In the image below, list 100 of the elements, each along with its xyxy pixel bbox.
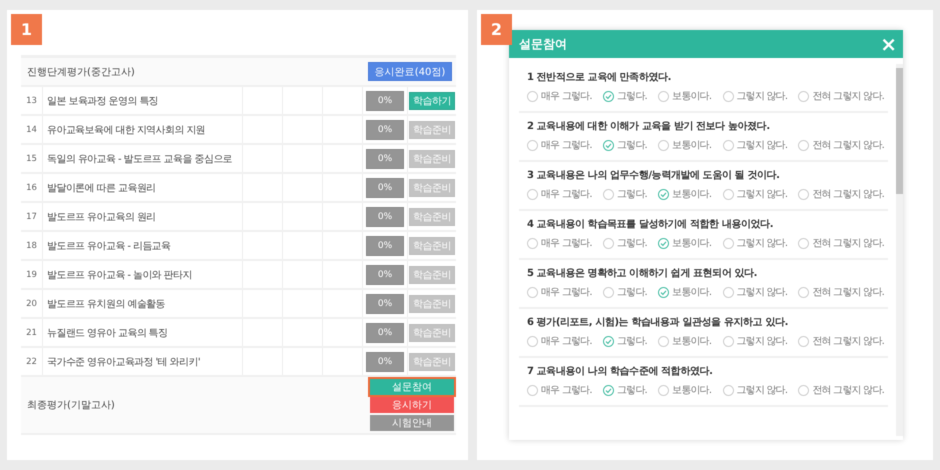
radio-button[interactable] — [722, 336, 734, 346]
radio-button[interactable] — [798, 384, 810, 396]
lesson-title: 발도르프 유아교육 - 리듬교육 — [43, 232, 243, 259]
radio-button[interactable] — [527, 140, 538, 150]
radio-button[interactable] — [602, 188, 614, 200]
radio-button[interactable] — [722, 384, 734, 396]
radio-button[interactable] — [658, 286, 670, 298]
radio-button[interactable] — [798, 188, 810, 200]
option-label: 매우 그렇다. — [541, 384, 592, 397]
radio-button[interactable] — [527, 188, 538, 200]
study-button[interactable]: 학습하기 — [409, 92, 455, 110]
radio-button[interactable] — [658, 140, 670, 150]
radio-button[interactable] — [602, 384, 614, 396]
option-label: 매우 그렇다. — [541, 237, 592, 250]
progress-badge: 0% — [366, 236, 404, 256]
option-label: 매우 그렇다. — [541, 188, 592, 201]
radio-button[interactable] — [527, 336, 538, 346]
radio-button[interactable] — [527, 384, 538, 396]
option-label: 그렇다. — [616, 237, 647, 250]
radio-button[interactable] — [527, 90, 538, 102]
option-label: 그렇지 않다. — [736, 139, 788, 152]
option-label: 보통이다. — [672, 139, 712, 152]
radio-button[interactable] — [798, 90, 810, 102]
radio-button[interactable] — [527, 286, 538, 298]
row-number: 21 — [21, 319, 43, 346]
radio-button[interactable] — [722, 286, 734, 298]
study-button[interactable]: 학습준비 — [409, 266, 455, 284]
lesson-title: 발도르프 유아교육 - 놀이와 판타지 — [43, 261, 243, 288]
option-label: 보통이다. — [672, 237, 712, 250]
study-button[interactable]: 학습준비 — [409, 150, 455, 168]
progress-badge: 0% — [366, 178, 404, 198]
option-label: 전혀 그렇지 않다. — [812, 188, 884, 201]
radio-button[interactable] — [602, 336, 614, 346]
option-label: 그렇다. — [616, 286, 647, 299]
radio-button[interactable] — [658, 384, 670, 396]
progress-badge: 0% — [366, 352, 404, 372]
option-label: 보통이다. — [672, 335, 712, 348]
study-button[interactable]: 학습준비 — [409, 178, 455, 196]
radio-button[interactable] — [722, 238, 734, 248]
option-label: 그렇다. — [616, 384, 647, 397]
progress-badge: 0% — [366, 120, 404, 140]
radio-button[interactable] — [658, 336, 670, 346]
row-number: 17 — [21, 203, 43, 230]
radio-button[interactable] — [722, 188, 734, 200]
option-label: 그렇다. — [616, 90, 647, 103]
radio-button[interactable] — [602, 140, 614, 150]
study-button[interactable]: 학습준비 — [409, 120, 455, 138]
scrollbar[interactable] — [896, 64, 903, 436]
question-text: 4 교육내용이 학습목표를 달성하기에 적합한 내용이었다. — [526, 218, 774, 231]
option-label: 전혀 그렇지 않다. — [812, 237, 884, 250]
progress-badge: 0% — [366, 148, 404, 168]
study-button[interactable]: 학습준비 — [409, 236, 455, 254]
option-label: 그렇지 않다. — [736, 335, 788, 348]
action-button[interactable]: 시험안내 — [370, 415, 454, 431]
option-label: 보통이다. — [672, 188, 712, 201]
option-label: 전혀 그렇지 않다. — [812, 139, 884, 152]
study-button[interactable]: 학습준비 — [409, 324, 455, 342]
option-label: 그렇지 않다. — [736, 384, 788, 397]
radio-button[interactable] — [527, 238, 538, 248]
option-label: 전혀 그렇지 않다. — [812, 286, 884, 299]
question-text: 5 교육내용은 명확하고 이해하기 쉽게 표현되어 있다. — [526, 267, 758, 280]
question-text: 6 평가(리포트, 시험)는 학습내용과 일관성을 유지하고 있다. — [526, 316, 789, 329]
action-button[interactable]: 설문참여 — [370, 379, 454, 395]
question-text: 7 교육내용이 나의 학습수준에 적합하였다. — [526, 365, 714, 378]
radio-button[interactable] — [658, 90, 670, 102]
option-label: 그렇다. — [616, 139, 647, 152]
study-button[interactable]: 학습준비 — [409, 208, 455, 226]
radio-button[interactable] — [798, 286, 810, 298]
study-button[interactable]: 학습준비 — [409, 294, 455, 312]
close-button[interactable]: × — [880, 34, 897, 54]
row-number: 13 — [21, 87, 43, 114]
lesson-title: 유아교육보육에 대한 지역사회의 지원 — [43, 116, 243, 143]
option-label: 전혀 그렇지 않다. — [812, 90, 884, 103]
option-label: 보통이다. — [672, 384, 712, 397]
option-label: 전혀 그렇지 않다. — [812, 335, 884, 348]
radio-button[interactable] — [798, 140, 810, 150]
study-button[interactable]: 학습준비 — [409, 352, 455, 370]
option-label: 그렇지 않다. — [736, 286, 788, 299]
lesson-title: 발도르프 유아교육의 원리 — [43, 203, 243, 230]
row-number: 15 — [21, 145, 43, 172]
radio-button[interactable] — [658, 188, 670, 200]
row-number: 14 — [21, 116, 43, 143]
radio-button[interactable] — [722, 90, 734, 102]
progress-badge: 0% — [366, 90, 404, 110]
radio-button[interactable] — [798, 238, 810, 248]
radio-button[interactable] — [602, 238, 614, 248]
option-label: 매우 그렇다. — [541, 139, 592, 152]
option-label: 그렇지 않다. — [736, 237, 788, 250]
radio-button[interactable] — [798, 336, 810, 346]
radio-button[interactable] — [602, 90, 614, 102]
option-label: 매우 그렇다. — [541, 286, 592, 299]
lesson-title: 발도르프 유치원의 예술활동 — [43, 290, 243, 317]
lesson-title: 발달이론에 따른 교육원리 — [43, 174, 243, 201]
radio-button[interactable] — [722, 140, 734, 150]
action-button[interactable]: 응시하기 — [370, 397, 454, 413]
progress-badge: 0% — [366, 294, 404, 314]
radio-button[interactable] — [602, 286, 614, 298]
radio-button[interactable] — [658, 238, 670, 248]
option-label: 매우 그렇다. — [541, 335, 592, 348]
exam-complete-button[interactable]: 응시완료(40점) — [368, 62, 452, 81]
